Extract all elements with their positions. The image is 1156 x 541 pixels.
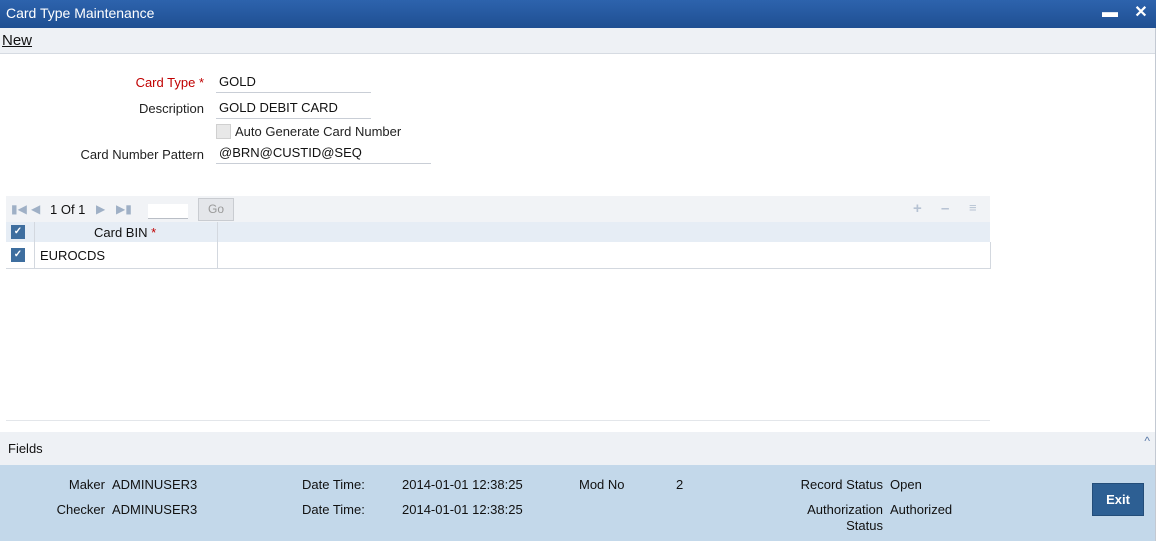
grid-header: ✓ Card BIN *	[6, 222, 990, 242]
description-label: Description	[138, 101, 204, 116]
collapse-icon[interactable]: ^	[1144, 434, 1150, 448]
delete-row-icon[interactable]: –	[941, 200, 949, 217]
auto-generate-checkbox[interactable]	[216, 124, 231, 139]
mod-no-label: Mod No	[579, 477, 625, 492]
window-title: Card Type Maintenance	[6, 5, 155, 21]
card-bin-grid: ▮◀ ◀ 1 Of 1 ▶ ▶▮ Go + – ≡ ✓ Card BIN * ✓…	[6, 196, 991, 421]
checker-value: ADMINUSER3	[112, 502, 198, 517]
go-button[interactable]: Go	[198, 198, 234, 221]
last-page-icon[interactable]: ▶▮	[116, 202, 132, 216]
exit-button[interactable]: Exit	[1092, 483, 1144, 516]
description-field[interactable]: GOLD DEBIT CARD	[216, 100, 371, 119]
card-number-pattern-field[interactable]: @BRN@CUSTID@SEQ	[216, 145, 431, 164]
add-row-icon[interactable]: +	[913, 200, 922, 217]
authorization-status-value: Authorized	[890, 502, 953, 517]
previous-page-icon[interactable]: ◀	[31, 202, 40, 216]
authorization-status-label-line1: Authorization	[807, 502, 883, 517]
record-status-label: Record Status	[800, 477, 883, 492]
card-type-field[interactable]: GOLD	[216, 74, 371, 93]
record-status-value: Open	[890, 477, 922, 492]
minimize-icon[interactable]: ▬	[1100, 3, 1120, 23]
card-bin-column-header: Card BIN *	[94, 225, 157, 240]
close-icon[interactable]: ✕	[1131, 3, 1151, 23]
card-bin-cell[interactable]: EUROCDS	[40, 248, 105, 263]
menu-bar: New	[0, 28, 1156, 54]
row-select-checkbox[interactable]: ✓	[11, 248, 25, 262]
select-all-checkbox[interactable]: ✓	[11, 225, 25, 239]
auto-generate-label: Auto Generate Card Number	[235, 124, 402, 139]
first-page-icon[interactable]: ▮◀	[11, 202, 27, 216]
table-row[interactable]: ✓ EUROCDS	[6, 242, 991, 269]
title-bar: Card Type Maintenance ▬ ✕	[0, 0, 1156, 28]
maker-label: Maker	[68, 477, 105, 492]
mod-no-value: 2	[676, 477, 684, 492]
next-page-icon[interactable]: ▶	[96, 202, 105, 216]
fields-label: Fields	[8, 441, 43, 456]
audit-footer: Maker ADMINUSER3 Checker ADMINUSER3 Date…	[0, 465, 1156, 541]
card-number-pattern-label: Card Number Pattern	[80, 147, 204, 162]
checker-date-time-label: Date Time:	[302, 502, 365, 517]
card-type-label: Card Type *	[135, 75, 204, 90]
page-number-input[interactable]	[148, 204, 188, 219]
grid-toolbar: ▮◀ ◀ 1 Of 1 ▶ ▶▮ Go + – ≡	[6, 196, 990, 222]
authorization-status-label-line2: Status	[846, 518, 883, 533]
maker-value: ADMINUSER3	[112, 477, 198, 492]
maker-date-time-label: Date Time:	[302, 477, 365, 492]
checker-date-time-value: 2014-01-01 12:38:25	[402, 502, 523, 517]
new-menu-item[interactable]: New	[2, 32, 32, 49]
page-info: 1 Of 1	[50, 202, 86, 217]
checker-label: Checker	[56, 502, 105, 517]
maker-date-time-value: 2014-01-01 12:38:25	[402, 477, 523, 492]
fields-section[interactable]: Fields ^	[0, 432, 1156, 465]
single-view-icon[interactable]: ≡	[969, 200, 977, 215]
